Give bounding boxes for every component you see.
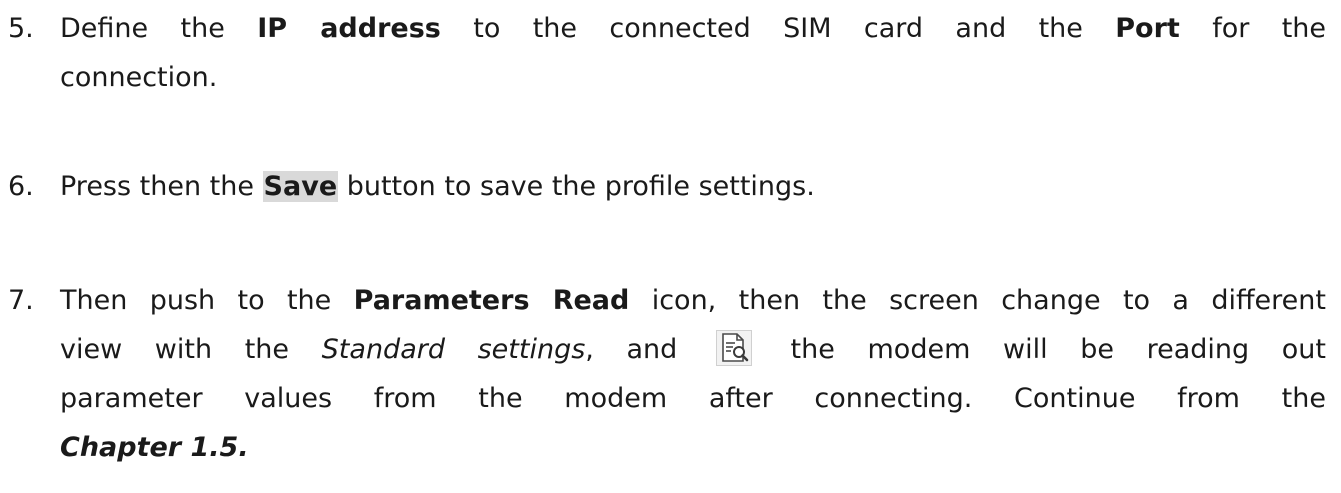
step-text-line: connection.	[60, 62, 218, 93]
step-number: 6.	[8, 171, 34, 202]
step-text-line: Define the IP address to the connected S…	[60, 13, 1326, 44]
step-text-line: Then push to the Parameters Read icon, t…	[60, 285, 1326, 316]
step-7: 7. Then push to the Parameters Read icon…	[8, 276, 1326, 472]
ip-address-term: IP address	[257, 13, 441, 44]
step-text-line: Press then the Save button to save the p…	[60, 171, 815, 202]
document-search-icon	[715, 330, 752, 366]
step-number: 5.	[8, 13, 34, 44]
step-6: 6. Press then the Save button to save th…	[8, 162, 1326, 211]
step-text-line: Chapter 1.5.	[60, 423, 1326, 472]
chapter-reference: Chapter 1.5.	[60, 432, 249, 463]
step-text-line: parameter values from the modem after co…	[60, 383, 1326, 414]
step-5: 5. Define the IP address to the connecte…	[8, 4, 1326, 102]
port-term: Port	[1115, 13, 1180, 44]
step-number: 7.	[8, 285, 34, 316]
standard-settings-term: Standard settings	[321, 334, 586, 365]
parameters-read-term: Parameters Read	[353, 285, 630, 316]
step-text-line: view with the Standard settings, and the…	[60, 325, 1326, 374]
save-button-reference: Save	[262, 171, 339, 202]
